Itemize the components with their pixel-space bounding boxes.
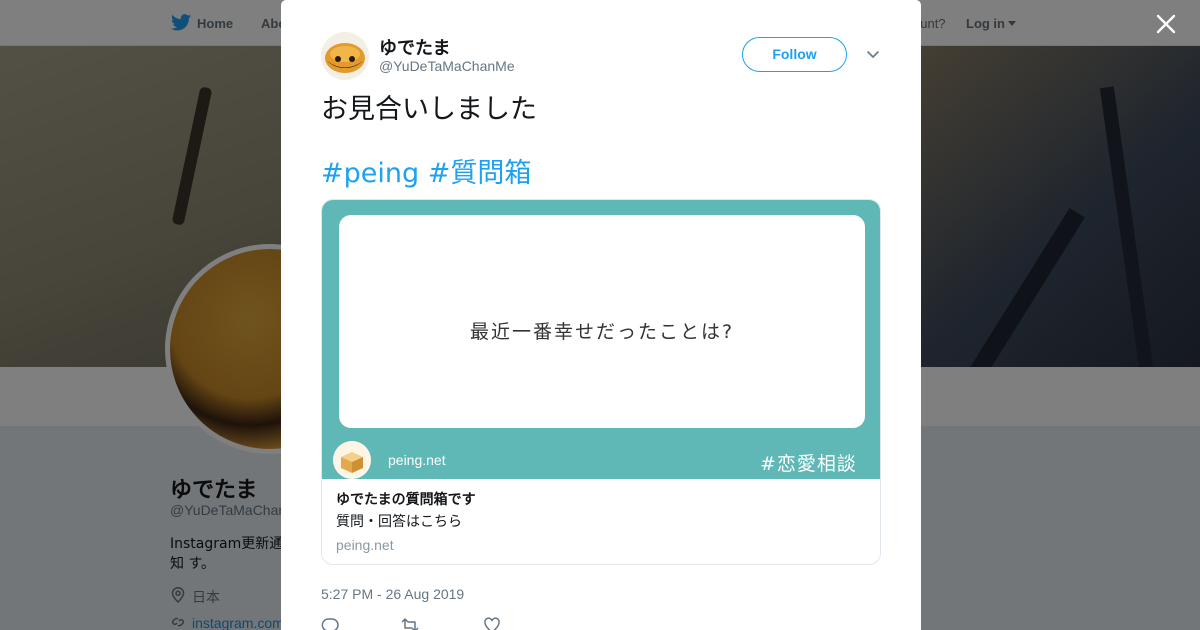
card-question-text: 最近一番幸せだったことは? [469,321,735,343]
card-body: ゆでたまの質問箱です 質問・回答はこちら peing.net [322,479,880,564]
user-screen-name[interactable]: @YuDeTaMaChanMe [379,58,515,74]
close-icon[interactable] [1152,10,1180,38]
link-card[interactable]: 最近一番幸せだったことは? peing.net #恋愛相談 ゆでたまの質問箱です… [321,199,881,565]
card-image: 最近一番幸せだったことは? peing.net #恋愛相談 [322,200,880,479]
peing-box-icon [333,441,371,479]
heart-icon[interactable] [483,616,501,630]
card-title: ゆでたまの質問箱です [336,492,476,508]
chevron-down-icon[interactable] [865,48,881,60]
reply-icon[interactable] [321,616,339,630]
card-image-domain: peing.net [388,452,446,468]
card-description: 質問・回答はこちら [336,514,462,530]
tweet-actions [321,616,621,630]
user-display-name[interactable]: ゆでたま [379,34,450,60]
hashtag-link[interactable]: #peing [321,158,419,189]
retweet-icon[interactable] [401,616,419,630]
user-avatar[interactable] [321,32,369,80]
tweet-hashtags: #peing #質問箱 [321,156,531,192]
card-image-tag: #恋愛相談 [760,453,857,475]
follow-button[interactable]: Follow [742,37,847,72]
tweet-timestamp[interactable]: 5:27 PM - 26 Aug 2019 [321,586,464,602]
tweet-text: お見合いしました [321,94,537,125]
avatar-image [321,32,369,80]
card-url: peing.net [336,537,394,553]
card-question-panel: 最近一番幸せだったことは? [339,215,865,428]
tweet-modal: ゆでたま @YuDeTaMaChanMe Follow お見合いしました #pe… [281,0,921,630]
hashtag-link[interactable]: #質問箱 [428,158,532,189]
